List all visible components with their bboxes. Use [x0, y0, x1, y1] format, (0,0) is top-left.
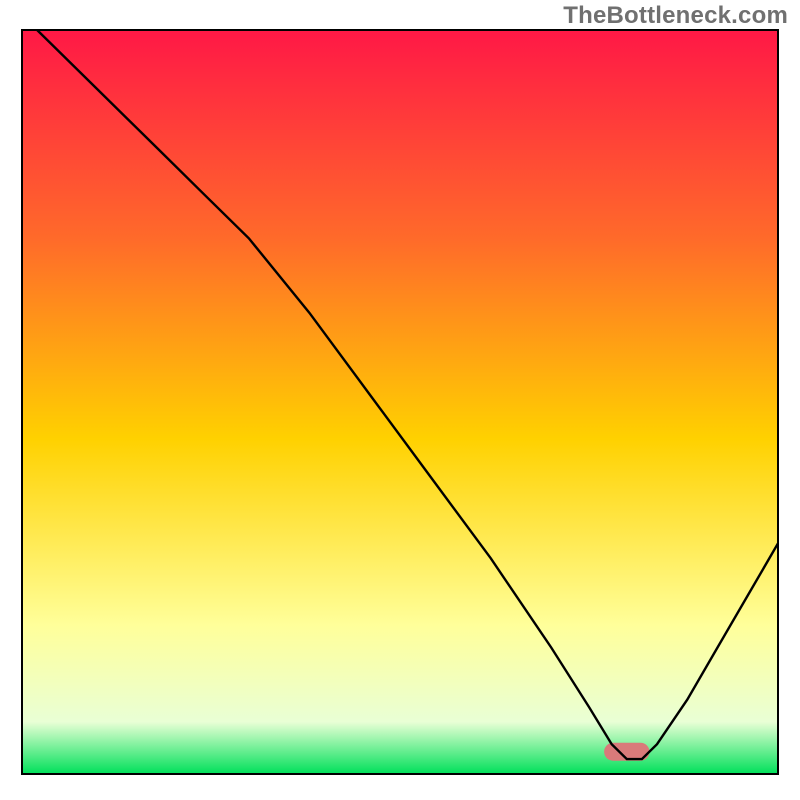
gradient-background [22, 30, 778, 774]
chart-stage: TheBottleneck.com [0, 0, 800, 800]
plot-area [22, 30, 778, 774]
bottleneck-chart [0, 0, 800, 800]
